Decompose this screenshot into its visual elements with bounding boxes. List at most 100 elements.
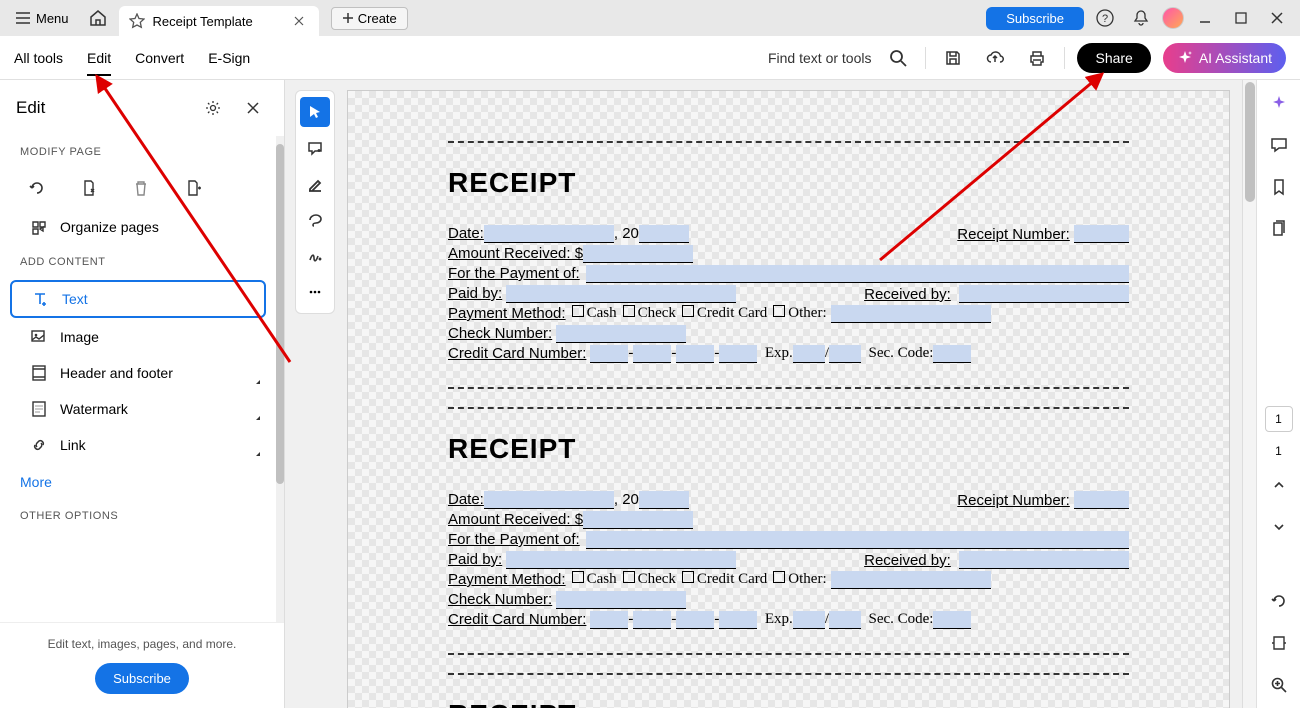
tab-title: Receipt Template: [153, 14, 253, 29]
minimize-icon: [1198, 11, 1212, 25]
document-tab[interactable]: Receipt Template: [119, 6, 319, 36]
select-tool[interactable]: [300, 97, 330, 127]
close-icon: [246, 101, 260, 115]
draw-tool[interactable]: [300, 205, 330, 235]
add-text-item[interactable]: Text: [10, 280, 266, 318]
notifications-button[interactable]: [1126, 4, 1156, 32]
extract-button[interactable]: [74, 174, 104, 202]
titlebar: Menu Receipt Template Create Subscribe ?: [0, 0, 1300, 36]
image-label: Image: [60, 329, 99, 345]
ai-label: AI Assistant: [1199, 50, 1272, 66]
tab-convert[interactable]: Convert: [135, 40, 184, 76]
search-icon: [889, 49, 907, 67]
minimize-button[interactable]: [1190, 4, 1220, 32]
receipt-title: RECEIPT: [448, 699, 1129, 708]
insert-button[interactable]: [178, 174, 208, 202]
home-button[interactable]: [83, 4, 113, 32]
close-icon: [1270, 11, 1284, 25]
main: Edit MODIFY PAGE Organize pages: [0, 80, 1300, 708]
add-image-item[interactable]: Image: [10, 320, 266, 354]
canvas-wrap: RECEIPT Date: , 20 Receipt Number: Amoun…: [285, 80, 1256, 708]
ai-assistant-button[interactable]: AI Assistant: [1163, 43, 1286, 73]
edit-sidebar: Edit MODIFY PAGE Organize pages: [0, 80, 285, 708]
save-button[interactable]: [938, 44, 968, 72]
help-button[interactable]: ?: [1090, 4, 1120, 32]
maximize-button[interactable]: [1226, 4, 1256, 32]
rotate-view-button[interactable]: [1264, 586, 1294, 616]
page-scrollbar[interactable]: [1242, 80, 1256, 708]
create-label: Create: [358, 11, 397, 26]
tab-esign[interactable]: E-Sign: [208, 40, 250, 76]
menu-button[interactable]: Menu: [8, 7, 77, 30]
subscribe-button[interactable]: Subscribe: [986, 7, 1084, 30]
marker-icon: [307, 176, 323, 192]
cloud-button[interactable]: [980, 44, 1010, 72]
link-label: Link: [60, 437, 86, 453]
share-button[interactable]: Share: [1077, 43, 1150, 73]
avatar[interactable]: [1162, 7, 1184, 29]
page-down-button[interactable]: [1264, 512, 1294, 542]
bookmark-icon: [1270, 178, 1288, 196]
highlight-tool[interactable]: [300, 169, 330, 199]
total-pages: 1: [1275, 444, 1282, 458]
ai-panel-button[interactable]: [1264, 88, 1294, 118]
dots-icon: [307, 284, 323, 300]
thumbnails-button[interactable]: [1264, 214, 1294, 244]
comment-icon: [307, 140, 323, 156]
tab-close[interactable]: [291, 13, 307, 29]
sidebar-scrollbar[interactable]: [276, 136, 284, 622]
bookmarks-button[interactable]: [1264, 172, 1294, 202]
heading-add: ADD CONTENT: [0, 246, 276, 278]
bell-icon: [1132, 9, 1150, 27]
more-link[interactable]: More: [0, 464, 276, 500]
comments-panel-button[interactable]: [1264, 130, 1294, 160]
fit-width-button[interactable]: [1264, 628, 1294, 658]
organize-icon: [30, 218, 48, 236]
chat-icon: [1270, 136, 1288, 154]
organize-pages-item[interactable]: Organize pages: [10, 210, 266, 244]
page-input[interactable]: 1: [1265, 406, 1293, 432]
watermark-item[interactable]: Watermark: [10, 392, 266, 426]
print-button[interactable]: [1022, 44, 1052, 72]
receipt-title: RECEIPT: [448, 167, 1129, 199]
settings-button[interactable]: [198, 94, 228, 122]
home-icon: [89, 9, 107, 27]
close-sidebar-button[interactable]: [238, 94, 268, 122]
zoom-button[interactable]: [1264, 670, 1294, 700]
header-footer-icon: [30, 364, 48, 382]
close-window-button[interactable]: [1262, 4, 1292, 32]
chevron-down-icon: [1272, 520, 1286, 534]
header-footer-item[interactable]: Header and footer: [10, 356, 266, 390]
sparkle-icon: [1177, 50, 1193, 66]
more-tools[interactable]: [300, 277, 330, 307]
help-icon: ?: [1096, 9, 1114, 27]
tab-edit[interactable]: Edit: [87, 40, 111, 76]
pages-icon: [1270, 220, 1288, 238]
footer-text: Edit text, images, pages, and more.: [14, 637, 270, 651]
sparkle-icon: [1270, 94, 1288, 112]
create-button[interactable]: Create: [331, 7, 408, 30]
tab-all-tools[interactable]: All tools: [14, 40, 63, 76]
sign-tool[interactable]: [300, 241, 330, 271]
cursor-icon: [307, 104, 323, 120]
rotate-button[interactable]: [22, 174, 52, 202]
receipt-block: RECEIPT Date: , 20 Receipt Number: Amoun…: [448, 407, 1129, 655]
page-up-button[interactable]: [1264, 470, 1294, 500]
find-button[interactable]: [883, 44, 913, 72]
sidebar-subscribe-button[interactable]: Subscribe: [95, 663, 189, 694]
comment-tool[interactable]: [300, 133, 330, 163]
plus-icon: [342, 12, 354, 24]
receipt-block: RECEIPT Date: , 20 Receipt Number: Amoun…: [448, 141, 1129, 389]
toolbar: All tools Edit Convert E-Sign Find text …: [0, 36, 1300, 80]
maximize-icon: [1234, 11, 1248, 25]
page-area[interactable]: RECEIPT Date: , 20 Receipt Number: Amoun…: [335, 80, 1242, 708]
delete-button[interactable]: [126, 174, 156, 202]
heading-other: OTHER OPTIONS: [0, 500, 276, 532]
heading-modify: MODIFY PAGE: [0, 136, 276, 168]
hamburger-icon: [16, 12, 30, 24]
header-footer-label: Header and footer: [60, 365, 173, 381]
text-label: Text: [62, 291, 88, 307]
lasso-icon: [307, 212, 323, 228]
link-item[interactable]: Link: [10, 428, 266, 462]
svg-text:?: ?: [1102, 13, 1108, 25]
